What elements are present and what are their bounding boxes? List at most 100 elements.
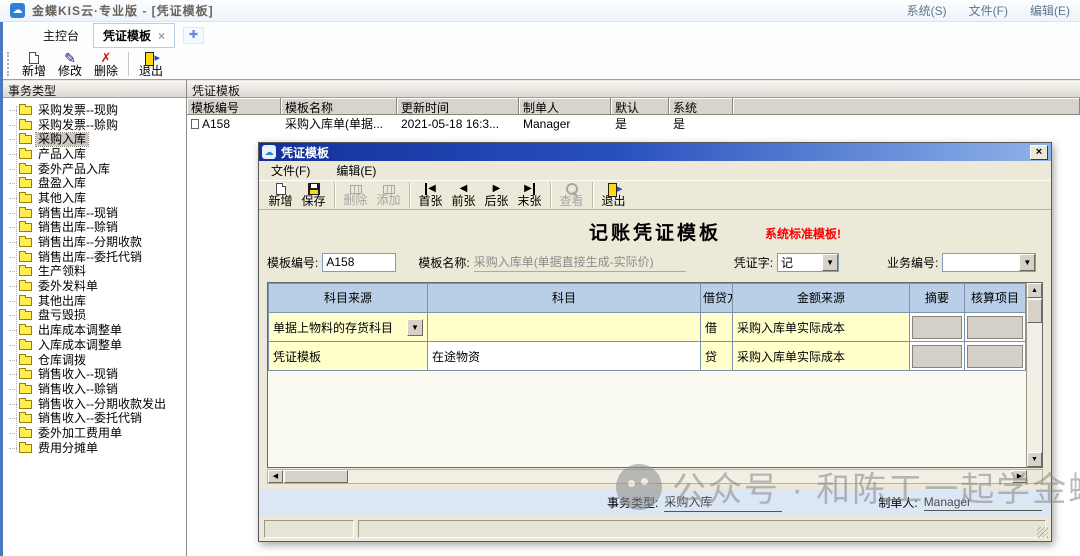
- edit-button[interactable]: ✎ 修改: [52, 52, 88, 77]
- tree-item[interactable]: 采购发票--赊购: [9, 118, 186, 133]
- direction-cell[interactable]: 贷: [701, 342, 733, 371]
- tree-item[interactable]: 仓库调拨: [9, 353, 186, 368]
- tree-item[interactable]: 销售出库--分期收款: [9, 235, 186, 250]
- direction-cell[interactable]: 借: [701, 313, 733, 342]
- dialog-exit-button[interactable]: 退出: [597, 183, 630, 208]
- tree-item[interactable]: 费用分摊单: [9, 441, 186, 456]
- tree-item[interactable]: 销售收入--赊销: [9, 382, 186, 397]
- horizontal-scrollbar[interactable]: ◀ ▶: [267, 469, 1043, 484]
- toolbar-separator: [128, 52, 129, 76]
- dialog-close-button[interactable]: ×: [1030, 145, 1048, 160]
- dialog-prev-button[interactable]: ◀ 前张: [447, 183, 480, 208]
- col-template-code[interactable]: 模板编号: [187, 98, 281, 115]
- tree-item[interactable]: 销售出库--现销: [9, 206, 186, 221]
- tree-item[interactable]: 销售出库--委托代销: [9, 250, 186, 265]
- row-name: 采购入库单(单据...: [281, 115, 397, 132]
- col-template-name[interactable]: 模板名称: [281, 98, 397, 115]
- transaction-type-label: 事务类型:: [607, 494, 658, 511]
- scroll-down-icon[interactable]: ▼: [1027, 452, 1042, 467]
- tree-item[interactable]: 销售出库--赊销: [9, 221, 186, 236]
- tree-item[interactable]: 入库成本调整单: [9, 338, 186, 353]
- dialog-new-button[interactable]: 新增: [264, 183, 297, 208]
- folder-icon: [19, 400, 32, 409]
- dialog-save-button[interactable]: 保存: [297, 183, 330, 208]
- col-default[interactable]: 默认: [611, 98, 669, 115]
- tree-item[interactable]: 委外加工费用单: [9, 426, 186, 441]
- dialog-next-button[interactable]: ▶ 后张: [480, 183, 513, 208]
- tree-item[interactable]: 其他出库: [9, 294, 186, 309]
- last-record-icon: ▶: [524, 183, 535, 195]
- business-no-label: 业务编号:: [887, 254, 938, 271]
- dialog-menu-file[interactable]: 文件(F): [271, 162, 310, 179]
- delete-row-icon: [350, 185, 362, 194]
- scroll-right-icon[interactable]: ▶: [1012, 470, 1027, 483]
- col-system[interactable]: 系统: [669, 98, 733, 115]
- exit-button[interactable]: 退出: [133, 52, 169, 77]
- add-tab-icon[interactable]: ✚: [183, 27, 204, 44]
- account-cell[interactable]: 在途物资: [428, 342, 701, 371]
- row-updated: 2021-05-18 16:3...: [397, 117, 519, 131]
- business-no-select[interactable]: ▼: [942, 253, 1036, 272]
- dialog-titlebar[interactable]: ☁ 凭证模板 ×: [259, 143, 1051, 161]
- menu-file[interactable]: 文件(F): [969, 2, 1008, 19]
- col-account: 科目: [428, 284, 701, 313]
- account-source-cell[interactable]: 凭证模板: [269, 342, 428, 371]
- tree-item[interactable]: 委外产品入库: [9, 162, 186, 177]
- tree-item-selected[interactable]: 采购入库: [9, 132, 186, 147]
- exit-door-icon: [607, 183, 621, 195]
- tree-item[interactable]: 生产领料: [9, 265, 186, 280]
- row-doc-icon: [191, 119, 199, 129]
- dialog-first-button[interactable]: ◀ 首张: [414, 183, 447, 208]
- tree-item[interactable]: 出库成本调整单: [9, 323, 186, 338]
- new-button[interactable]: 新增: [16, 52, 52, 77]
- resize-grip[interactable]: [1037, 527, 1048, 538]
- menu-edit[interactable]: 编辑(E): [1030, 2, 1070, 19]
- next-record-icon: ▶: [493, 183, 501, 195]
- tree-item[interactable]: 产品入库: [9, 147, 186, 162]
- tree-item[interactable]: 销售收入--现销: [9, 367, 186, 382]
- row-code: A158: [202, 117, 230, 131]
- amount-source-cell[interactable]: 采购入库单实际成本: [733, 313, 910, 342]
- chevron-down-icon[interactable]: ▼: [1019, 254, 1035, 271]
- chevron-down-icon[interactable]: ▼: [407, 319, 423, 336]
- scrollbar-thumb[interactable]: [284, 470, 348, 483]
- amount-source-cell[interactable]: 采购入库单实际成本: [733, 342, 910, 371]
- accounting-item-cell: [965, 342, 1026, 371]
- entry-grid: 科目来源 科目 借贷方向 金额来源 摘要 核算项目 单据上物料的存货科目 ▼: [267, 282, 1043, 468]
- tree-item[interactable]: 销售收入--委托代销: [9, 411, 186, 426]
- account-source-cell-highlighted[interactable]: 单据上物料的存货科目 ▼: [269, 313, 428, 342]
- template-code-input[interactable]: A158: [322, 253, 396, 272]
- scroll-left-icon[interactable]: ◀: [268, 470, 283, 483]
- folder-icon: [19, 209, 32, 218]
- folder-icon: [19, 356, 32, 365]
- scroll-up-icon[interactable]: ▲: [1027, 283, 1042, 298]
- exit-door-icon: [144, 52, 158, 64]
- table-row[interactable]: A158 采购入库单(单据... 2021-05-18 16:3... Mana…: [187, 115, 1080, 132]
- delete-button[interactable]: ✗ 删除: [88, 52, 124, 77]
- summary-cell: [910, 342, 965, 371]
- tree-item[interactable]: 盘盈入库: [9, 176, 186, 191]
- app-window: ☁ 金蝶KIS云·专业版 - [凭证模板] 系统(S) 文件(F) 编辑(E) …: [0, 0, 1080, 556]
- account-cell[interactable]: [428, 313, 701, 342]
- tree-item[interactable]: 采购发票--现购: [9, 103, 186, 118]
- dialog-last-button[interactable]: ▶ 末张: [513, 183, 546, 208]
- tree-item[interactable]: 委外发料单: [9, 279, 186, 294]
- tree-item[interactable]: 销售收入--分期收款发出: [9, 397, 186, 412]
- vertical-scrollbar[interactable]: ▲ ▼: [1026, 283, 1042, 467]
- dialog-menu-edit[interactable]: 编辑(E): [336, 162, 376, 179]
- scrollbar-thumb[interactable]: [1027, 299, 1042, 323]
- tree-item[interactable]: 其他入库: [9, 191, 186, 206]
- tab-home[interactable]: 主控台: [29, 23, 93, 48]
- chevron-down-icon[interactable]: ▼: [822, 254, 838, 271]
- new-doc-icon: [276, 183, 286, 195]
- tree-item[interactable]: 盘亏毁损: [9, 309, 186, 324]
- col-creator[interactable]: 制单人: [519, 98, 611, 115]
- col-updated[interactable]: 更新时间: [397, 98, 519, 115]
- tab-close-icon[interactable]: ×: [158, 30, 165, 42]
- dialog-cloud-icon: ☁: [262, 145, 276, 159]
- voucher-word-select[interactable]: 记 ▼: [777, 253, 839, 272]
- menu-system[interactable]: 系统(S): [907, 2, 947, 19]
- col-direction: 借贷方向: [701, 284, 733, 313]
- folder-icon: [19, 253, 32, 262]
- tab-voucher-template[interactable]: 凭证模板 ×: [93, 23, 175, 48]
